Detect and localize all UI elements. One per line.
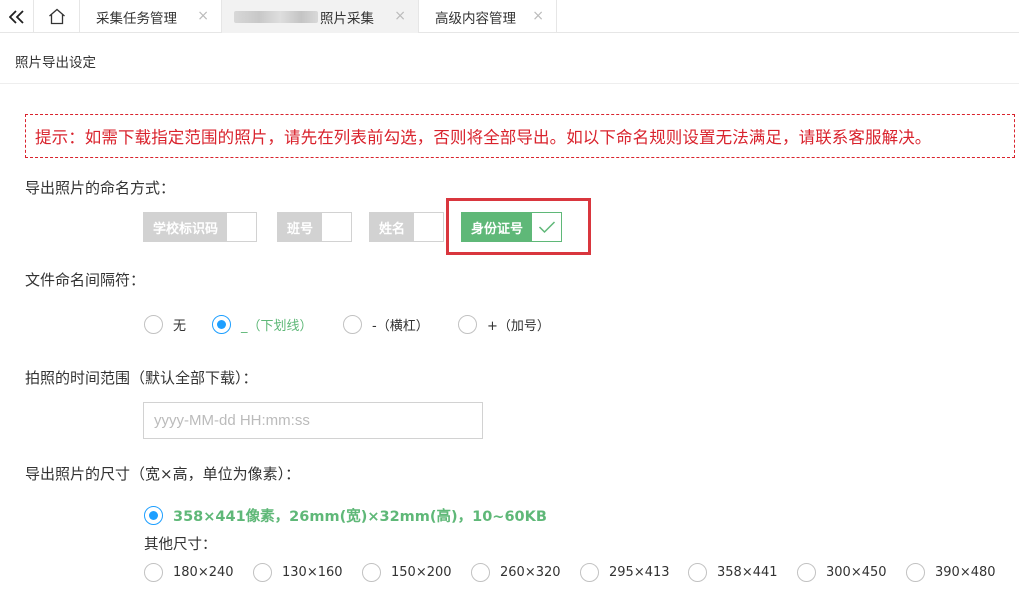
size-label: 导出照片的尺寸（宽×高，单位为像素）： (25, 465, 301, 483)
radio-circle (458, 315, 477, 334)
radio-circle (144, 506, 163, 525)
radio-label: 390×480 (935, 565, 996, 580)
radio-label: 358×441像素，26mm(宽)×32mm(高)，10~60KB (173, 509, 547, 525)
radio-circle (797, 563, 816, 582)
switch-label: 姓名 (370, 213, 415, 241)
switch-knob (227, 213, 257, 241)
radio-label: 180×240 (173, 565, 234, 580)
tab-label: 采集任务管理 (96, 10, 177, 27)
page-header: 照片导出设定 (0, 34, 1019, 84)
home-icon (48, 8, 65, 25)
radio-label: 150×200 (391, 565, 452, 580)
radio-circle (580, 563, 599, 582)
time-range-input[interactable] (143, 402, 483, 439)
blurred-text (234, 10, 318, 23)
naming-switch-class[interactable]: 班号 (277, 212, 353, 242)
radio-circle (362, 563, 381, 582)
radio-label: +（加号） (487, 319, 550, 334)
separator-option-dash[interactable]: -（横杠） (343, 315, 429, 334)
radio-label: 295×413 (609, 565, 670, 580)
size-option-390x480[interactable]: 390×480 (906, 563, 996, 582)
close-icon[interactable]: × (394, 8, 406, 24)
double-chevron-left-icon (8, 9, 24, 24)
naming-label: 导出照片的命名方式： (25, 179, 176, 197)
radio-label: 300×450 (826, 565, 887, 580)
radio-circle (144, 315, 163, 334)
switch-knob (414, 213, 444, 241)
switch-label: 学校标识码 (144, 213, 228, 241)
size-option-295x413[interactable]: 295×413 (580, 563, 670, 582)
radio-label: 130×160 (282, 565, 343, 580)
switch-label: 班号 (278, 213, 323, 241)
close-icon[interactable]: × (532, 8, 544, 24)
separator-option-plus[interactable]: +（加号） (458, 315, 550, 334)
tab-home[interactable] (34, 0, 80, 33)
naming-switch-school-code[interactable]: 学校标识码 (143, 212, 258, 242)
tab-photo-collection[interactable]: 照片采集 × (222, 0, 419, 33)
naming-switch-name[interactable]: 姓名 (369, 212, 445, 242)
switch-knob (322, 213, 352, 241)
page-title: 照片导出设定 (15, 55, 96, 71)
tab-label: 高级内容管理 (435, 10, 516, 27)
tab-task-management[interactable]: 采集任务管理 × (80, 0, 222, 33)
collapse-sidebar-button[interactable] (0, 0, 34, 33)
radio-circle (212, 315, 231, 334)
radio-label: 260×320 (500, 565, 561, 580)
radio-circle (343, 315, 362, 334)
size-option-130x160[interactable]: 130×160 (253, 563, 343, 582)
size-option-180x240[interactable]: 180×240 (144, 563, 234, 582)
radio-circle (688, 563, 707, 582)
radio-circle (253, 563, 272, 582)
radio-circle (906, 563, 925, 582)
notice-box: 提示：如需下载指定范围的照片，请先在列表前勾选，否则将全部导出。如以下命名规则设… (25, 114, 1015, 158)
size-option-300x450[interactable]: 300×450 (797, 563, 887, 582)
radio-circle (471, 563, 490, 582)
separator-option-none[interactable]: 无 (144, 315, 186, 334)
radio-label: 358×441 (717, 565, 778, 580)
size-option-150x200[interactable]: 150×200 (362, 563, 452, 582)
radio-label: _（下划线） (241, 319, 313, 334)
radio-label: 无 (173, 319, 187, 334)
tab-advanced-content[interactable]: 高级内容管理 × (419, 0, 557, 33)
other-size-label: 其他尺寸： (144, 537, 217, 553)
size-option-358x441[interactable]: 358×441 (688, 563, 778, 582)
radio-circle (144, 563, 163, 582)
tab-label: 照片采集 (320, 10, 374, 27)
radio-label: -（横杠） (372, 319, 429, 334)
separator-option-underscore[interactable]: _（下划线） (212, 315, 313, 334)
close-icon[interactable]: × (197, 8, 209, 24)
time-range-label: 拍照的时间范围（默认全部下载）： (25, 369, 258, 387)
size-option-standard[interactable]: 358×441像素，26mm(宽)×32mm(高)，10~60KB (144, 505, 547, 526)
highlight-annotation (446, 198, 591, 255)
separator-label: 文件命名间隔符： (25, 271, 146, 289)
tab-bar: 采集任务管理 × 照片采集 × 高级内容管理 × (0, 0, 1019, 33)
size-option-260x320[interactable]: 260×320 (471, 563, 561, 582)
notice-text: 提示：如需下载指定范围的照片，请先在列表前勾选，否则将全部导出。如以下命名规则设… (35, 128, 932, 147)
